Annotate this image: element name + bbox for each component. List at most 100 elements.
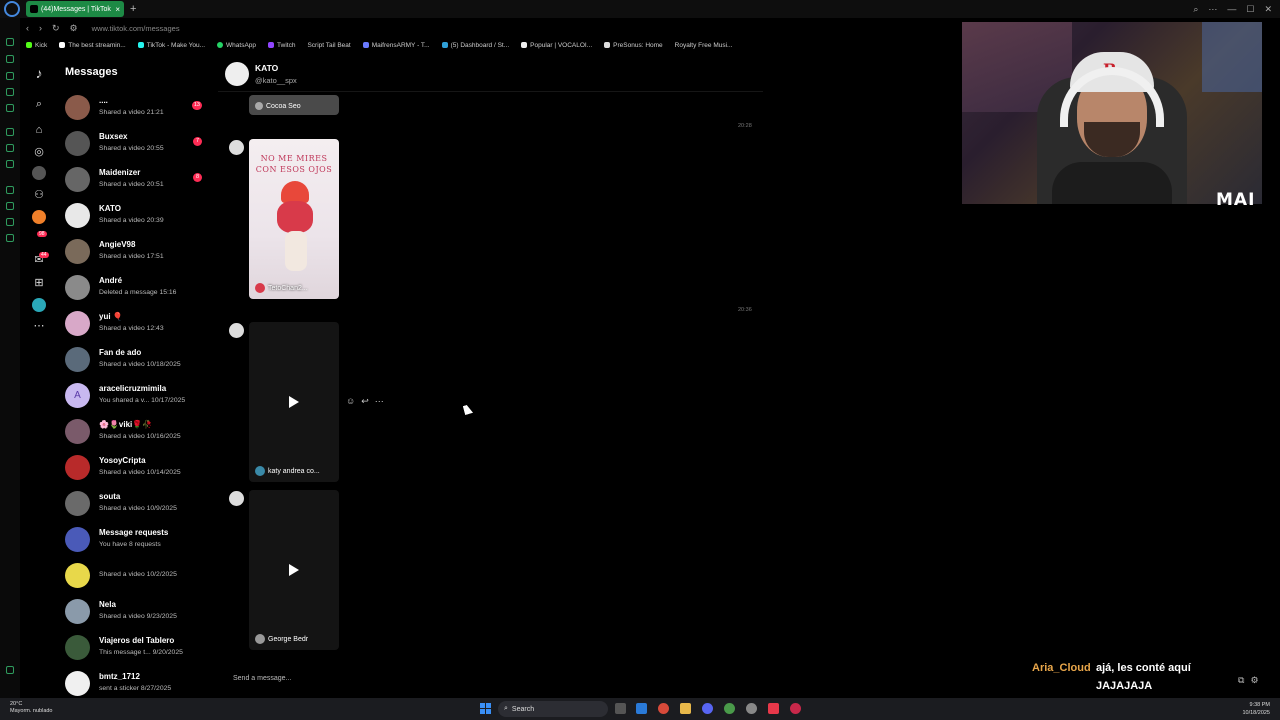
bookmark-item[interactable]: The best streamin... [59, 42, 126, 49]
shared-video-card[interactable]: Cocoa Seo [249, 95, 339, 115]
bookmark-item[interactable]: WhatsApp [217, 42, 256, 49]
system-clock[interactable]: 9:38 PM 10/18/2025 [1242, 701, 1270, 717]
sidebar-app-icon[interactable] [6, 218, 14, 226]
live-icon[interactable] [32, 210, 46, 224]
new-tab-icon[interactable]: + [130, 3, 136, 15]
close-icon[interactable]: ✕ [1264, 4, 1272, 15]
conversation-item[interactable]: Message requests You have 8 requests [60, 522, 210, 556]
search-icon[interactable]: ⌕ [32, 97, 46, 111]
sidebar-app-icon[interactable] [6, 38, 14, 46]
conversation-item[interactable]: Aaracelicruzmimila You shared a v... 10/1… [60, 378, 210, 412]
conversation-item[interactable]: Nela Shared a video 9/23/2025 [60, 594, 210, 628]
conversation-info: .... Shared a video 21:21 [99, 95, 199, 119]
minimize-icon[interactable]: — [1227, 4, 1236, 15]
sidebar-app-icon[interactable] [6, 104, 14, 112]
shared-video-card[interactable]: NO ME MIRES CON ESOS OJOS TetoChan2... [249, 139, 339, 299]
app-icon[interactable] [658, 703, 669, 714]
app-icon[interactable] [636, 703, 647, 714]
bookmark-item[interactable]: TikTok - Make You... [137, 42, 205, 49]
reply-icon[interactable]: ↩ [361, 396, 369, 407]
sidebar-app-icon[interactable] [6, 128, 14, 136]
bookmark-item[interactable]: (5) Dashboard / St... [441, 42, 509, 49]
taskbar-search[interactable]: ⌕ Search [498, 701, 608, 717]
conversation-item[interactable]: bmtz_1712 sent a sticker 8/27/2025 [60, 666, 210, 700]
conversation-item[interactable]: souta Shared a video 10/9/2025 [60, 486, 210, 520]
discord-icon[interactable] [702, 703, 713, 714]
bookmark-item[interactable]: Script Tail Beat [307, 42, 350, 49]
sidebar-app-icon[interactable] [6, 234, 14, 242]
bookmark-item[interactable]: Royalty Free Musi... [675, 42, 733, 49]
react-icon[interactable]: ☺ [346, 396, 355, 407]
bookmark-item[interactable]: Twitch [268, 42, 295, 49]
back-icon[interactable]: ‹ [26, 23, 29, 33]
conversation-item[interactable]: .... Shared a video 21:21 13 [60, 90, 210, 124]
conversation-name: bmtz_1712 [99, 672, 140, 681]
avatar [65, 526, 90, 552]
sidebar-app-icon[interactable] [6, 186, 14, 194]
sidebar-app-icon[interactable] [6, 72, 14, 80]
browser-logo-icon[interactable] [4, 1, 20, 17]
chat-contact-name[interactable]: KATO [255, 63, 278, 73]
sidebar-app-icon[interactable] [6, 144, 14, 152]
opera-icon[interactable] [790, 703, 801, 714]
play-icon[interactable] [289, 396, 299, 408]
more-options-icon[interactable]: ⋯ [375, 396, 384, 407]
tiktok-logo-icon[interactable]: ♪ [32, 66, 46, 80]
bookmark-item[interactable]: PreSonus: Home [604, 42, 663, 49]
reload-icon[interactable]: ↻ [52, 23, 60, 34]
sidebar-app-icon[interactable] [6, 666, 14, 674]
search-icon[interactable]: ⌕ [1193, 4, 1198, 15]
conversation-item[interactable]: KATO Shared a video 20:39 [60, 198, 210, 232]
sidebar-app-icon[interactable] [6, 160, 14, 168]
conversation-item[interactable]: 🌸🌷viki🌹🥀 Shared a video 10/16/2025 [60, 414, 210, 448]
conversation-item[interactable]: André Deleted a message 15:16 [60, 270, 210, 304]
conversation-item[interactable]: AngieV98 Shared a video 17:51 [60, 234, 210, 268]
conversation-item[interactable]: Shared a video 10/2/2025 [60, 558, 210, 592]
profile-avatar-icon[interactable] [32, 298, 46, 312]
message-input[interactable]: Send a message... [233, 675, 291, 682]
bookmark-item[interactable]: Kick [26, 42, 47, 49]
conversation-item[interactable]: Buxsex Shared a video 20:55 7 [60, 126, 210, 160]
friends-icon[interactable]: ⚇ [32, 188, 46, 202]
settings-icon[interactable]: ⚙ [1250, 675, 1258, 686]
sidebar-app-icon[interactable] [6, 88, 14, 96]
conversation-item[interactable]: Viajeros del Tablero This message t... 9/… [60, 630, 210, 664]
conversation-info: Message requests You have 8 requests [99, 527, 199, 551]
avatar[interactable] [225, 62, 249, 86]
sidebar-app-icon[interactable] [6, 202, 14, 210]
bookmark-item[interactable]: Popular | VOCALOI... [521, 42, 592, 49]
tab-close-icon[interactable]: × [115, 5, 120, 14]
weather-widget[interactable]: 20°C Mayorm. nublado [10, 701, 53, 715]
conversation-item[interactable]: Fan de ado Shared a video 10/18/2025 [60, 342, 210, 376]
upload-icon[interactable]: ⊞ [32, 276, 46, 290]
file-explorer-icon[interactable] [680, 703, 691, 714]
more-icon[interactable]: ⋯ [32, 319, 46, 333]
message-timestamp: 20:28 [738, 123, 752, 129]
conversation-item[interactable]: YosoyCripta Shared a video 10/14/2025 [60, 450, 210, 484]
extensions-icon[interactable]: ⋯ [1208, 4, 1217, 15]
conversation-item[interactable]: yui 🎈 Shared a video 12:43 [60, 306, 210, 340]
home-icon[interactable]: ⌂ [32, 123, 46, 137]
play-icon[interactable] [289, 564, 299, 576]
explore-icon[interactable]: ◎ [32, 145, 46, 159]
shared-video-card[interactable]: katy andrea co... [249, 322, 339, 482]
avatar [65, 238, 90, 264]
bookmark-item[interactable]: MaifrensARMY - T... [362, 42, 430, 49]
following-avatar-icon[interactable] [32, 166, 46, 180]
conversation-item[interactable]: Maidenizer Shared a video 20:51 8 [60, 162, 210, 196]
start-button[interactable] [480, 703, 491, 714]
task-view-icon[interactable] [615, 703, 626, 714]
stream-chat-message: JAJAJAJA [1096, 680, 1153, 692]
settings-icon[interactable] [746, 703, 757, 714]
sidebar-app-icon[interactable] [6, 55, 14, 63]
music-icon[interactable] [768, 703, 779, 714]
chrome-icon[interactable] [724, 703, 735, 714]
expand-icon[interactable]: ⧉ [1238, 675, 1244, 686]
shared-video-card[interactable]: George Bedr [249, 490, 339, 650]
maximize-icon[interactable]: ☐ [1246, 4, 1254, 15]
tab-tiktok-messages[interactable]: (44)Messages | TikTok × [26, 1, 124, 17]
site-info-icon[interactable]: ⚙ [70, 23, 78, 34]
url-field[interactable]: www.tiktok.com/messages [92, 24, 180, 33]
forward-icon[interactable]: › [39, 23, 42, 33]
conversation-preview: Shared a video 21:21 [99, 109, 164, 116]
